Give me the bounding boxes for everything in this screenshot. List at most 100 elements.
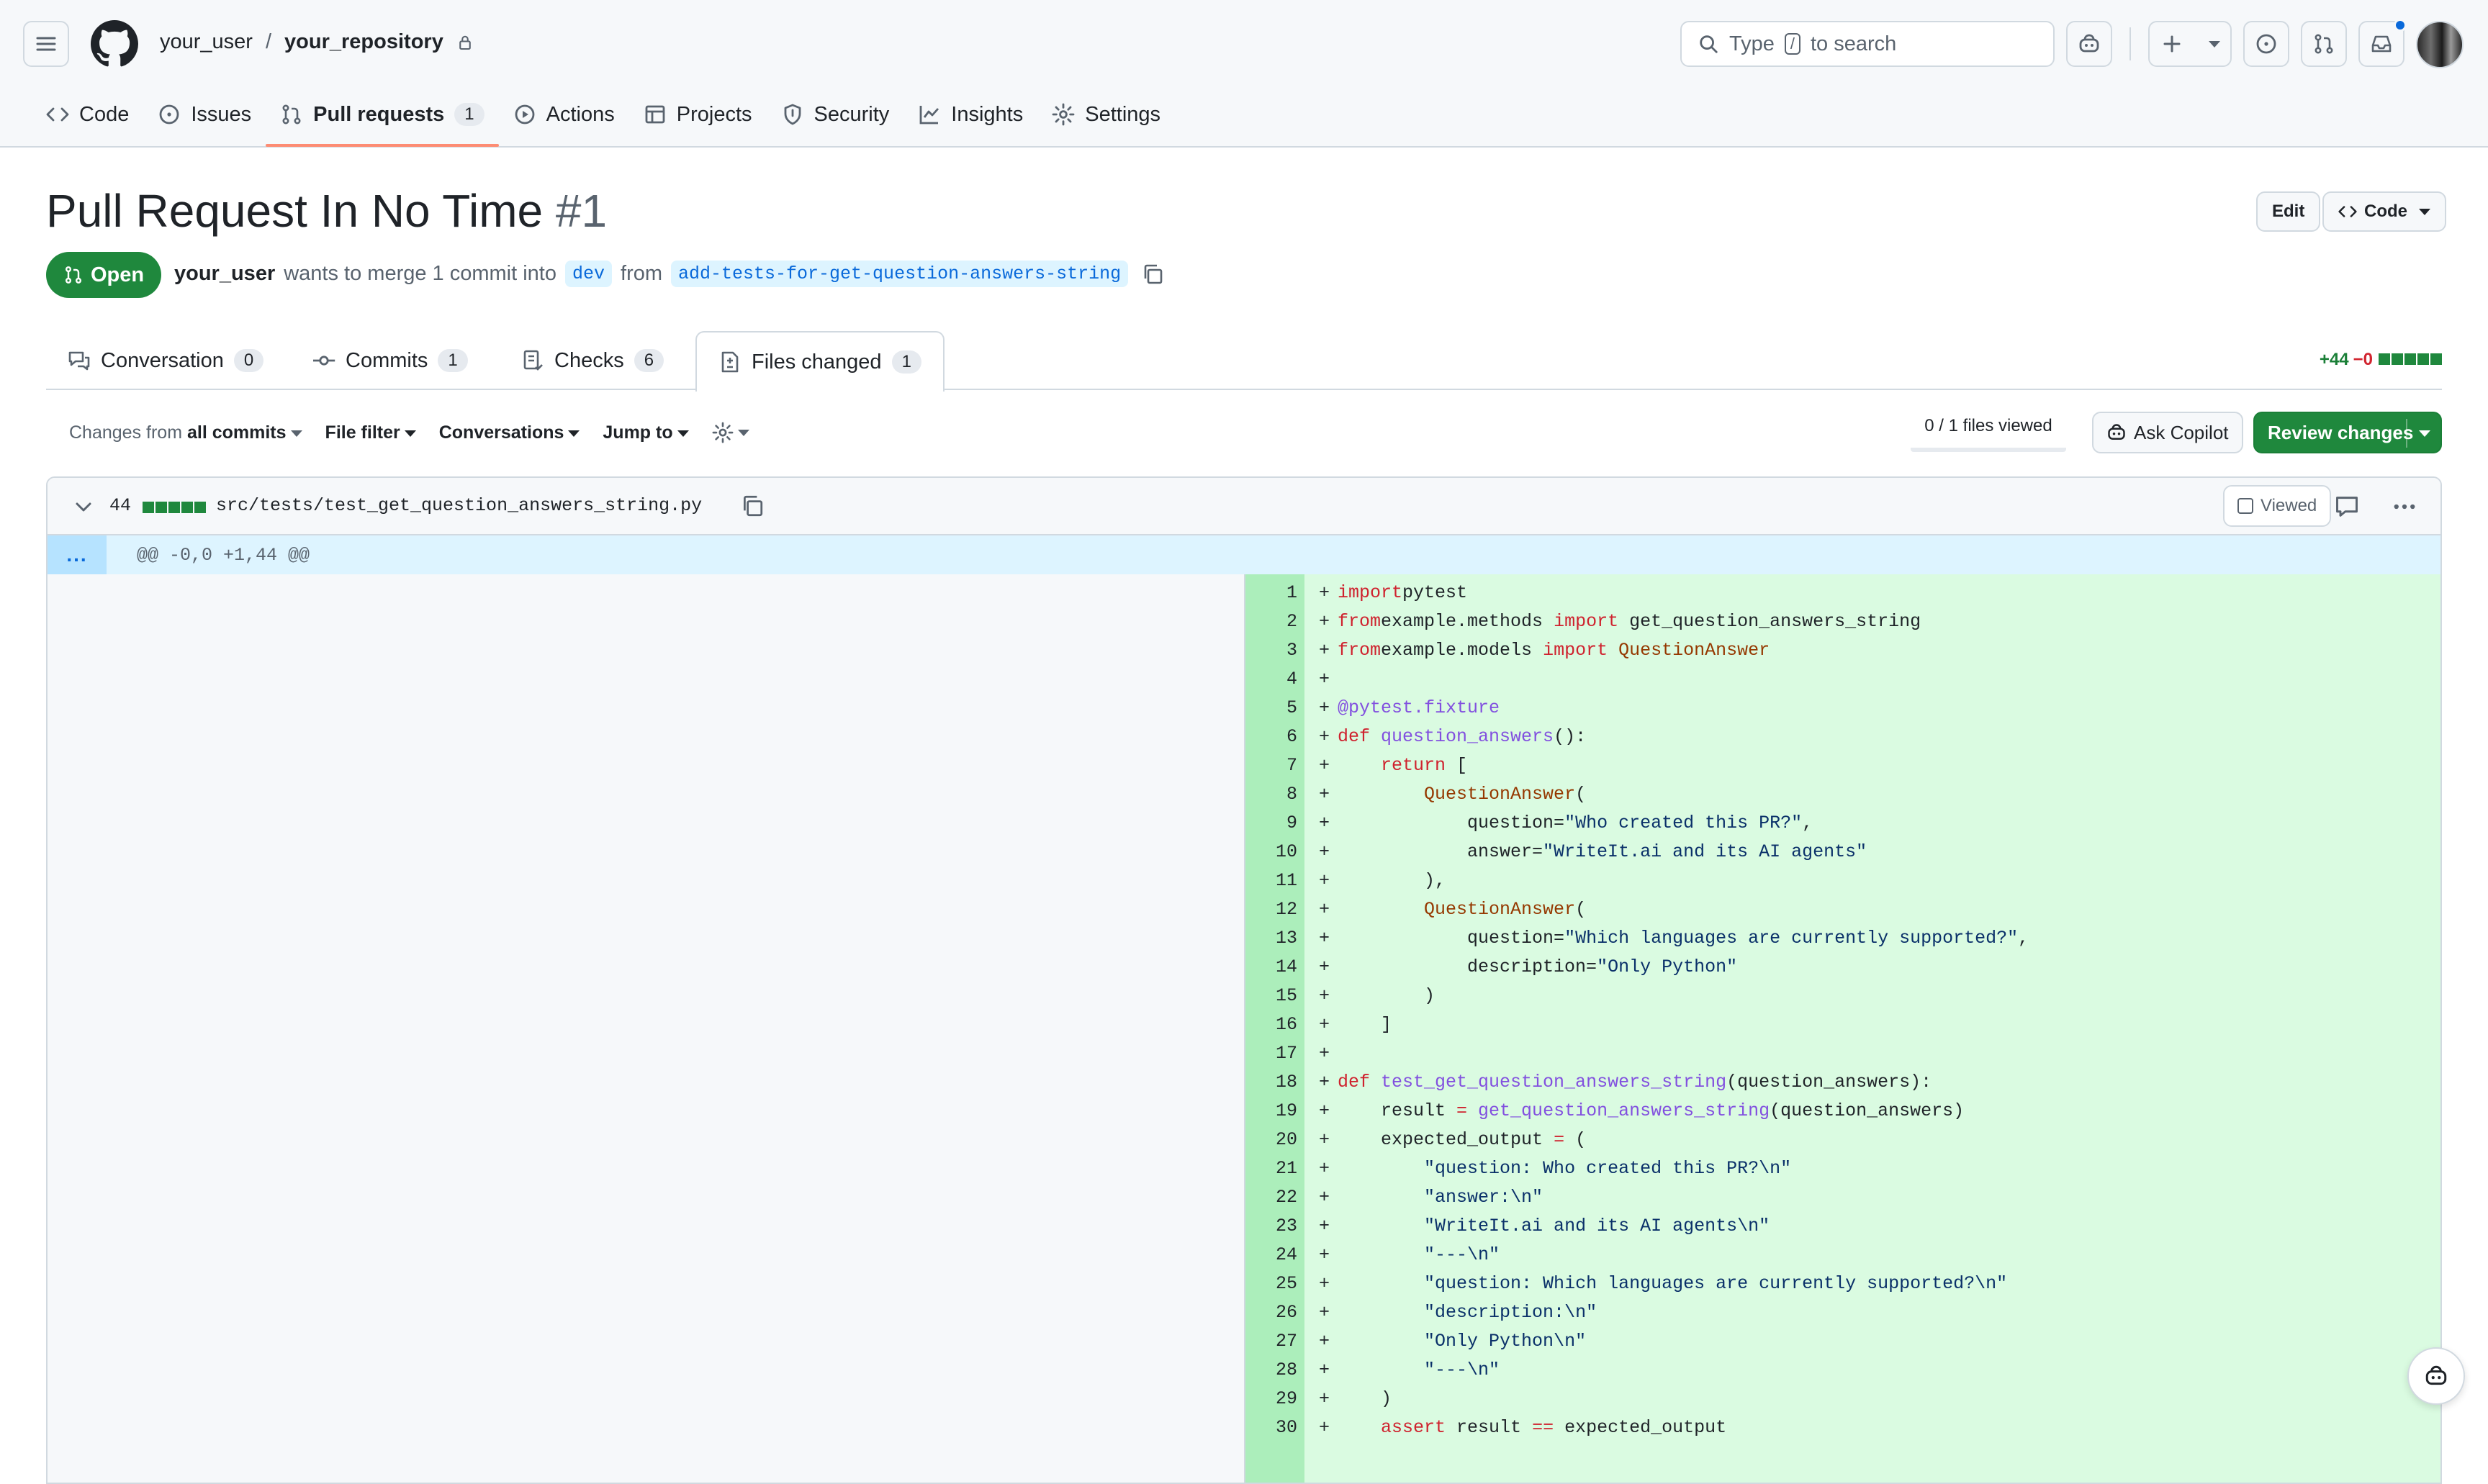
diff-settings-dropdown[interactable] [712,422,749,443]
diff-line[interactable]: 27 + "Only Python\n" [1245,1327,2440,1356]
file-path[interactable]: src/tests/test_get_question_answers_stri… [216,495,702,516]
line-number[interactable]: 11 [1245,867,1297,895]
line-number[interactable]: 25 [1245,1270,1297,1298]
diff-line[interactable]: 9 + question="Who created this PR?", [1245,809,2440,838]
diff-line[interactable]: 18 + def test_get_question_answers_string(… [1245,1068,2440,1097]
diff-line[interactable]: 5 + @pytest.fixture [1245,694,2440,723]
line-number[interactable]: 1 [1245,579,1297,607]
line-number[interactable]: 8 [1245,780,1297,809]
diff-line[interactable]: 23 + "WriteIt.ai and its AI agents\n" [1245,1212,2440,1241]
diff-line[interactable]: 21 + "question: Who created this PR?\n" [1245,1154,2440,1183]
diff-line[interactable]: 22 + "answer:\n" [1245,1183,2440,1212]
diff-line[interactable]: 12 + QuestionAnswer( [1245,895,2440,924]
nav-pull-requests[interactable]: Pull requests 1 [266,92,500,147]
line-number[interactable]: 23 [1245,1212,1297,1241]
copilot-chat-button[interactable] [2407,1347,2465,1405]
changes-from-dropdown[interactable]: Changes from all commits [69,422,302,443]
diff-line[interactable]: 30 + assert result == expected_output [1245,1413,2440,1442]
line-number[interactable]: 18 [1245,1068,1297,1097]
line-number[interactable]: 9 [1245,809,1297,838]
code-dropdown-button[interactable]: Code [2322,191,2446,232]
diff-line[interactable]: 4 + [1245,665,2440,694]
nav-code[interactable]: Code [32,92,143,137]
line-number[interactable]: 29 [1245,1385,1297,1413]
diff-line[interactable]: 10 + answer="WriteIt.ai and its AI agents… [1245,838,2440,867]
diff-line[interactable]: 28 + "---\n" [1245,1356,2440,1385]
line-number[interactable]: 6 [1245,723,1297,751]
base-branch[interactable]: dev [565,261,613,287]
conversations-dropdown[interactable]: Conversations [439,422,580,443]
diff-line[interactable]: 1 + importpytest [1245,579,2440,607]
expand-hunk-button[interactable]: ... [48,535,107,574]
search-input[interactable]: Type / to search [1680,21,2055,67]
file-filter-dropdown[interactable]: File filter [325,422,416,443]
author-link[interactable]: your_user [174,262,275,286]
diff-line[interactable]: 26 + "description:\n" [1245,1298,2440,1327]
nav-insights[interactable]: Insights [903,92,1037,137]
comment-icon[interactable] [2334,494,2360,520]
owner-link[interactable]: your_user [160,30,253,54]
tab-commits[interactable]: Commits 1 [291,331,490,390]
nav-projects[interactable]: Projects [629,92,767,137]
diff-line[interactable]: 3 + fromexample.models import QuestionAnsw… [1245,636,2440,665]
diff-line[interactable]: 6 + def question_answers(): [1245,723,2440,751]
menu-button[interactable] [23,21,69,67]
issues-button[interactable] [2243,21,2289,67]
chevron-down-icon[interactable] [72,495,95,518]
diff-line[interactable]: 11 + ), [1245,867,2440,895]
copilot-button[interactable] [2066,21,2112,67]
diff-line[interactable]: 7 + return [ [1245,751,2440,780]
diff-line[interactable]: 29 + ) [1245,1385,2440,1413]
review-changes-button[interactable]: Review changes [2253,412,2442,453]
diff-line[interactable]: 2 + fromexample.methods import get_questio… [1245,607,2440,636]
tab-files-changed[interactable]: Files changed 1 [695,331,945,392]
line-number[interactable]: 12 [1245,895,1297,924]
diff-line[interactable]: 16 + ] [1245,1010,2440,1039]
repo-link[interactable]: your_repository [284,30,443,54]
line-number[interactable]: 20 [1245,1126,1297,1154]
edit-title-button[interactable]: Edit [2256,191,2321,232]
line-number[interactable]: 4 [1245,665,1297,694]
nav-issues[interactable]: Issues [143,92,266,137]
line-number[interactable]: 30 [1245,1413,1297,1442]
diff-line[interactable]: 15 + ) [1245,982,2440,1010]
line-number[interactable]: 2 [1245,607,1297,636]
tab-conversation[interactable]: Conversation 0 [46,331,285,390]
line-number[interactable]: 21 [1245,1154,1297,1183]
diff-line[interactable]: 20 + expected_output = ( [1245,1126,2440,1154]
line-number[interactable]: 26 [1245,1298,1297,1327]
head-branch[interactable]: add-tests-for-get-question-answers-strin… [671,261,1129,287]
line-number[interactable]: 27 [1245,1327,1297,1356]
line-number[interactable]: 22 [1245,1183,1297,1212]
github-logo-icon[interactable] [91,20,138,68]
line-number[interactable]: 16 [1245,1010,1297,1039]
diff-line[interactable]: 13 + question="Which languages are curren… [1245,924,2440,953]
diff-line[interactable]: 25 + "question: Which languages are curre… [1245,1270,2440,1298]
ask-copilot-button[interactable]: Ask Copilot [2092,412,2243,453]
triangle-down-icon[interactable] [2419,430,2430,437]
line-number[interactable]: 15 [1245,982,1297,1010]
tab-checks[interactable]: Checks 6 [500,331,685,390]
viewed-checkbox[interactable]: Viewed [2223,485,2332,527]
nav-security[interactable]: Security [767,92,904,137]
copy-icon[interactable] [1141,263,1164,286]
diff-line[interactable]: 14 + description="Only Python" [1245,953,2440,982]
diff-line[interactable]: 19 + result = get_question_answers_string… [1245,1097,2440,1126]
line-number[interactable]: 13 [1245,924,1297,953]
diff-line[interactable]: 17 + [1245,1039,2440,1068]
avatar[interactable] [2416,21,2464,68]
line-number[interactable]: 24 [1245,1241,1297,1270]
jump-to-dropdown[interactable]: Jump to [603,422,689,443]
diff-line[interactable]: 8 + QuestionAnswer( [1245,780,2440,809]
line-number[interactable]: 5 [1245,694,1297,723]
line-number[interactable]: 10 [1245,838,1297,867]
pull-requests-button[interactable] [2301,21,2347,67]
copy-icon[interactable] [740,494,765,518]
line-number[interactable]: 19 [1245,1097,1297,1126]
line-number[interactable]: 3 [1245,636,1297,665]
diff-line[interactable]: 24 + "---\n" [1245,1241,2440,1270]
line-number[interactable]: 28 [1245,1356,1297,1385]
line-number[interactable]: 14 [1245,953,1297,982]
line-number[interactable]: 7 [1245,751,1297,780]
nav-settings[interactable]: Settings [1037,92,1175,137]
